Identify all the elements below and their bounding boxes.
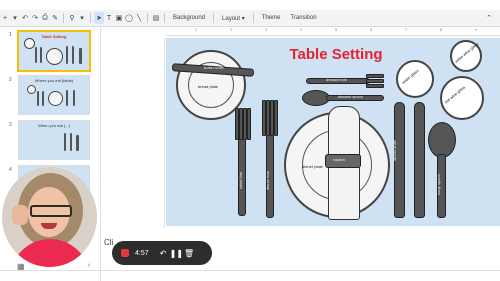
presenter-hand [12,205,28,225]
toolbar-divider [252,13,254,23]
vertical-ruler [158,38,165,228]
salad-fork-label: salad fork [238,171,244,190]
slide-thumbnail-1[interactable]: Table Setting [17,30,91,72]
undo-icon[interactable]: ↶ [20,12,30,24]
thumbnail-bread-plate [27,85,36,94]
shape-icon[interactable]: ◯ [124,12,134,24]
stop-record-icon[interactable] [121,249,129,257]
bread-plate-label: bread plate [198,84,219,89]
thumbnail-spoon [79,48,82,64]
ruler-tick: 7 [405,27,408,32]
thumbnail-title: When you eat (...) [38,123,70,128]
dessert-fork-tine [366,74,384,78]
ruler-tick: 2 [230,27,233,32]
chevron-down-icon[interactable]: ▾ [10,12,20,24]
recording-timer: 4:57 [135,249,149,257]
thumbnail-knife [72,46,74,64]
slide-thumbnail-3[interactable]: When you eat (...) [18,120,90,160]
thumbnail-bread-plate [24,38,35,49]
thumbnail-fork [42,91,44,106]
top-bar [0,0,500,10]
toolbar-divider [213,13,215,23]
trash-icon[interactable]: 🗑 [183,249,196,258]
theme-button[interactable]: Theme [262,15,281,21]
soup-spoon-bowl [428,122,456,158]
pointer-icon[interactable]: ➤ [94,12,104,24]
text-box-icon[interactable]: T [104,12,114,24]
restart-icon[interactable]: ↶ [157,249,170,258]
thumbnail-fork [40,47,42,63]
toolbar-divider [147,13,148,23]
chevron-down-icon[interactable]: ▾ [77,12,87,24]
line-icon[interactable]: ╲ [134,12,144,24]
transition-button[interactable]: Transition [290,15,316,21]
dessert-spoon-label: dessert spoon [338,94,364,99]
layout-button[interactable]: Layout ▾ [222,15,245,22]
butter-knife-2[interactable] [414,102,425,218]
slide-canvas[interactable]: Table Setting bread plate butter knife s… [166,38,500,226]
dessert-fork-tine [366,79,384,83]
toolbar-divider [63,13,64,23]
dessert-fork-tine [366,84,384,88]
background-button[interactable]: Background [173,15,205,21]
comment-icon[interactable]: ▤ [151,12,161,24]
ruler-tick: 5 [335,27,338,32]
print-icon[interactable]: ⎙ [40,12,50,24]
ruler-tick: 9 [475,27,478,32]
slide-thumbnail-2[interactable]: Where you eat (table) [18,75,90,115]
toolbar-divider [164,13,165,23]
redo-icon[interactable]: ↷ [30,12,40,24]
slide-number: 4 [9,167,12,173]
plus-icon[interactable]: + [0,12,10,24]
soup-spoon-label: soup spoon [435,174,441,195]
toolbar-divider [90,13,91,23]
thumbnail-dinner-plate [48,91,63,106]
thumbnail-knife [66,46,68,64]
collapse-panel-icon[interactable]: ‹ [88,262,90,269]
thumbnail-spoon [76,135,79,151]
toolbar: + ▾ ↶ ↷ ⎙ ✎ ⚲ ▾ ➤ T ▣ ◯ ╲ ▤ Background L… [0,10,500,27]
dinner-fork-tine [274,100,278,136]
butter-knife-label: butter knife [204,65,224,70]
webcam-overlay [2,167,97,267]
zoom-icon[interactable]: ⚲ [67,12,77,24]
slide-number: 1 [9,32,12,38]
paint-format-icon[interactable]: ✎ [50,12,60,24]
slide-title[interactable]: Table Setting [266,46,406,63]
thumbnail-knife [66,90,68,106]
ruler-tick: 3 [265,27,268,32]
bottom-divider [0,270,500,271]
ruler-tick: 8 [440,27,443,32]
ruler-tick: 4 [300,27,303,32]
dinner-knife-label: dinner knife [391,140,397,161]
ruler-tick: 6 [370,27,373,32]
dinner-plate-label: dinner plate [302,164,323,169]
thumbnail-fork [35,47,37,63]
image-icon[interactable]: ▣ [114,12,124,24]
dinner-fork-label: dinner fork [264,171,270,190]
napkin-label: napkin [333,157,345,162]
dessert-fork-label: dessert fork [326,77,347,82]
chevron-up-icon[interactable]: ⌃ [484,12,494,24]
thumbnail-dinner-plate [46,48,63,65]
thumbnail-title: Where you eat (table) [34,78,74,83]
thumbnail-knife [64,133,66,151]
ruler-tick: 1 [195,27,198,32]
salad-fork-tine [247,108,251,140]
layout-label: Layout [222,15,241,22]
slide-number: 3 [9,122,12,128]
thumbnail-fork [37,91,39,106]
speaker-notes-placeholder[interactable]: Cli [104,238,113,247]
horizontal-ruler: 1 2 3 4 5 6 7 8 9 [166,27,500,36]
slide-number: 2 [9,77,12,83]
pause-icon[interactable]: ❚❚ [170,249,183,258]
presenter-glasses [30,205,72,217]
thumbnail-knife [73,90,75,106]
thumbnail-knife [70,133,72,151]
recording-controls: 4:57 ↶ ❚❚ 🗑 [112,241,212,265]
